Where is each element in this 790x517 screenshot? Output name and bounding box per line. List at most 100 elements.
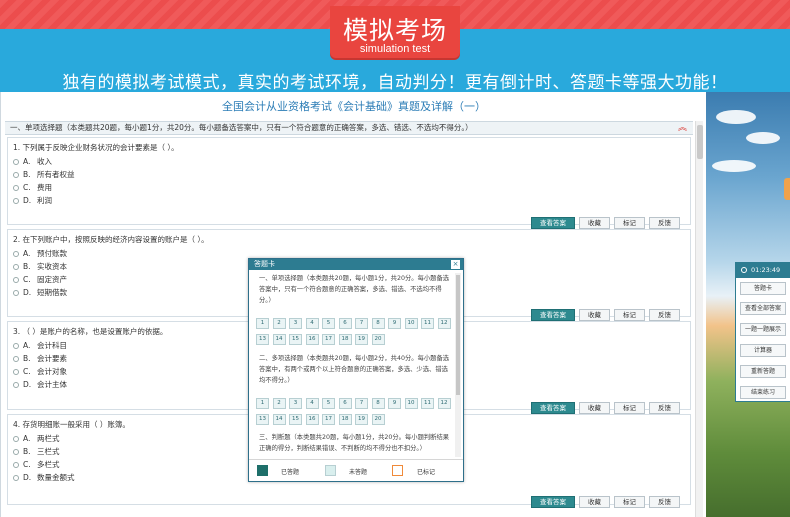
view-answer-button[interactable]: 查看答案 bbox=[531, 309, 575, 321]
question-number-button[interactable]: 17 bbox=[322, 414, 335, 425]
side-toggle-tab[interactable] bbox=[784, 178, 790, 200]
favorite-button[interactable]: 收藏 bbox=[579, 496, 610, 508]
question-number-button[interactable]: 3 bbox=[289, 318, 302, 329]
question-number-button[interactable]: 8 bbox=[371, 398, 385, 409]
question-number-button[interactable]: 9 bbox=[388, 398, 401, 409]
calculator-button[interactable]: 计算器 bbox=[740, 344, 786, 357]
question-number-button[interactable]: 6 bbox=[338, 318, 352, 329]
question-number-button[interactable]: 10 bbox=[404, 318, 418, 329]
question-number-button[interactable]: 1 bbox=[256, 318, 269, 329]
feedback-button[interactable]: 反馈 bbox=[649, 309, 680, 321]
question-number-button[interactable]: 20 bbox=[371, 414, 385, 425]
view-answer-button[interactable]: 查看答案 bbox=[531, 496, 575, 508]
radio-icon[interactable] bbox=[13, 462, 19, 468]
option-c[interactable]: C. 会计对象 bbox=[13, 366, 67, 377]
question-number-button[interactable]: 14 bbox=[272, 334, 286, 345]
radio-icon[interactable] bbox=[13, 343, 19, 349]
radio-icon[interactable] bbox=[13, 264, 19, 270]
option-a[interactable]: A. 预付账款 bbox=[13, 248, 67, 259]
collapse-icon[interactable]: ︽ bbox=[678, 122, 687, 134]
question-number-button[interactable]: 20 bbox=[371, 334, 385, 345]
exam-scrollbar[interactable] bbox=[695, 121, 703, 517]
question-number-button[interactable]: 3 bbox=[289, 398, 302, 409]
option-a[interactable]: A. 会计科目 bbox=[13, 340, 67, 351]
option-d[interactable]: D. 利润 bbox=[13, 195, 52, 206]
option-c[interactable]: C. 固定资产 bbox=[13, 274, 67, 285]
question-number-button[interactable]: 18 bbox=[338, 334, 352, 345]
radio-icon[interactable] bbox=[13, 475, 19, 481]
feedback-button[interactable]: 反馈 bbox=[649, 496, 680, 508]
question-number-button[interactable]: 8 bbox=[371, 318, 385, 329]
question-number-button[interactable]: 5 bbox=[322, 398, 335, 409]
answer-sheet-scrollbar-thumb[interactable] bbox=[456, 275, 460, 395]
radio-icon[interactable] bbox=[13, 277, 19, 283]
mark-button[interactable]: 标记 bbox=[614, 402, 645, 414]
question-number-button[interactable]: 19 bbox=[355, 334, 368, 345]
question-number-button[interactable]: 1 bbox=[256, 398, 269, 409]
question-number-button[interactable]: 10 bbox=[404, 398, 418, 409]
close-icon[interactable]: × bbox=[451, 260, 460, 269]
radio-icon[interactable] bbox=[13, 251, 19, 257]
view-answer-button[interactable]: 查看答案 bbox=[531, 402, 575, 414]
feedback-button[interactable]: 反馈 bbox=[649, 217, 680, 229]
question-number-button[interactable]: 16 bbox=[305, 414, 319, 425]
option-d[interactable]: D. 数量金额式 bbox=[13, 472, 75, 483]
question-number-button[interactable]: 7 bbox=[355, 318, 368, 329]
question-number-button[interactable]: 13 bbox=[256, 414, 269, 425]
question-number-button[interactable]: 12 bbox=[437, 398, 451, 409]
question-number-button[interactable]: 6 bbox=[338, 398, 352, 409]
option-b[interactable]: B. 所有者权益 bbox=[13, 169, 75, 180]
question-number-button[interactable]: 2 bbox=[272, 398, 286, 409]
favorite-button[interactable]: 收藏 bbox=[579, 217, 610, 229]
question-number-button[interactable]: 4 bbox=[305, 318, 319, 329]
question-number-button[interactable]: 16 bbox=[305, 334, 319, 345]
radio-icon[interactable] bbox=[13, 185, 19, 191]
question-number-button[interactable]: 7 bbox=[355, 398, 368, 409]
exam-scrollbar-thumb[interactable] bbox=[697, 125, 703, 159]
question-number-button[interactable]: 13 bbox=[256, 334, 269, 345]
restart-button[interactable]: 重新答题 bbox=[740, 365, 786, 378]
mark-button[interactable]: 标记 bbox=[614, 217, 645, 229]
view-answer-button[interactable]: 查看答案 bbox=[531, 217, 575, 229]
option-b[interactable]: B. 三栏式 bbox=[13, 446, 60, 457]
favorite-button[interactable]: 收藏 bbox=[579, 309, 610, 321]
option-d[interactable]: D. 短期借款 bbox=[13, 287, 67, 298]
question-number-button[interactable]: 15 bbox=[289, 334, 302, 345]
mark-button[interactable]: 标记 bbox=[614, 496, 645, 508]
option-c[interactable]: C. 多栏式 bbox=[13, 459, 60, 470]
radio-icon[interactable] bbox=[13, 198, 19, 204]
end-practice-button[interactable]: 结束练习 bbox=[740, 386, 786, 399]
question-number-button[interactable]: 4 bbox=[305, 398, 319, 409]
question-number-button[interactable]: 12 bbox=[437, 318, 451, 329]
question-number-button[interactable]: 14 bbox=[272, 414, 286, 425]
answer-sheet-button[interactable]: 答题卡 bbox=[740, 282, 786, 295]
option-c[interactable]: C. 费用 bbox=[13, 182, 52, 193]
question-number-button[interactable]: 19 bbox=[355, 414, 368, 425]
question-number-button[interactable]: 5 bbox=[322, 318, 335, 329]
option-b[interactable]: B. 实收资本 bbox=[13, 261, 67, 272]
radio-icon[interactable] bbox=[13, 172, 19, 178]
question-number-button[interactable]: 2 bbox=[272, 318, 286, 329]
option-a[interactable]: A. 两栏式 bbox=[13, 433, 60, 444]
radio-icon[interactable] bbox=[13, 356, 19, 362]
question-number-button[interactable]: 17 bbox=[322, 334, 335, 345]
mark-button[interactable]: 标记 bbox=[614, 309, 645, 321]
option-a[interactable]: A. 收入 bbox=[13, 156, 52, 167]
radio-icon[interactable] bbox=[13, 369, 19, 375]
option-d[interactable]: D. 会计主体 bbox=[13, 379, 67, 390]
answer-sheet-scrollbar[interactable] bbox=[455, 273, 461, 457]
feedback-button[interactable]: 反馈 bbox=[649, 402, 680, 414]
radio-icon[interactable] bbox=[13, 449, 19, 455]
radio-icon[interactable] bbox=[13, 436, 19, 442]
option-b[interactable]: B. 会计要素 bbox=[13, 353, 67, 364]
question-number-button[interactable]: 9 bbox=[388, 318, 401, 329]
view-all-answers-button[interactable]: 查看全部答案 bbox=[740, 302, 786, 315]
question-number-button[interactable]: 11 bbox=[421, 398, 434, 409]
one-by-one-button[interactable]: 一题一题展示 bbox=[740, 323, 786, 336]
radio-icon[interactable] bbox=[13, 382, 19, 388]
question-number-button[interactable]: 18 bbox=[338, 414, 352, 425]
section-header[interactable]: 一、单项选择题（本类题共20题，每小题1分，共20分。每小题备选答案中，只有一个… bbox=[5, 121, 693, 135]
question-number-button[interactable]: 11 bbox=[421, 318, 434, 329]
radio-icon[interactable] bbox=[13, 290, 19, 296]
radio-icon[interactable] bbox=[13, 159, 19, 165]
